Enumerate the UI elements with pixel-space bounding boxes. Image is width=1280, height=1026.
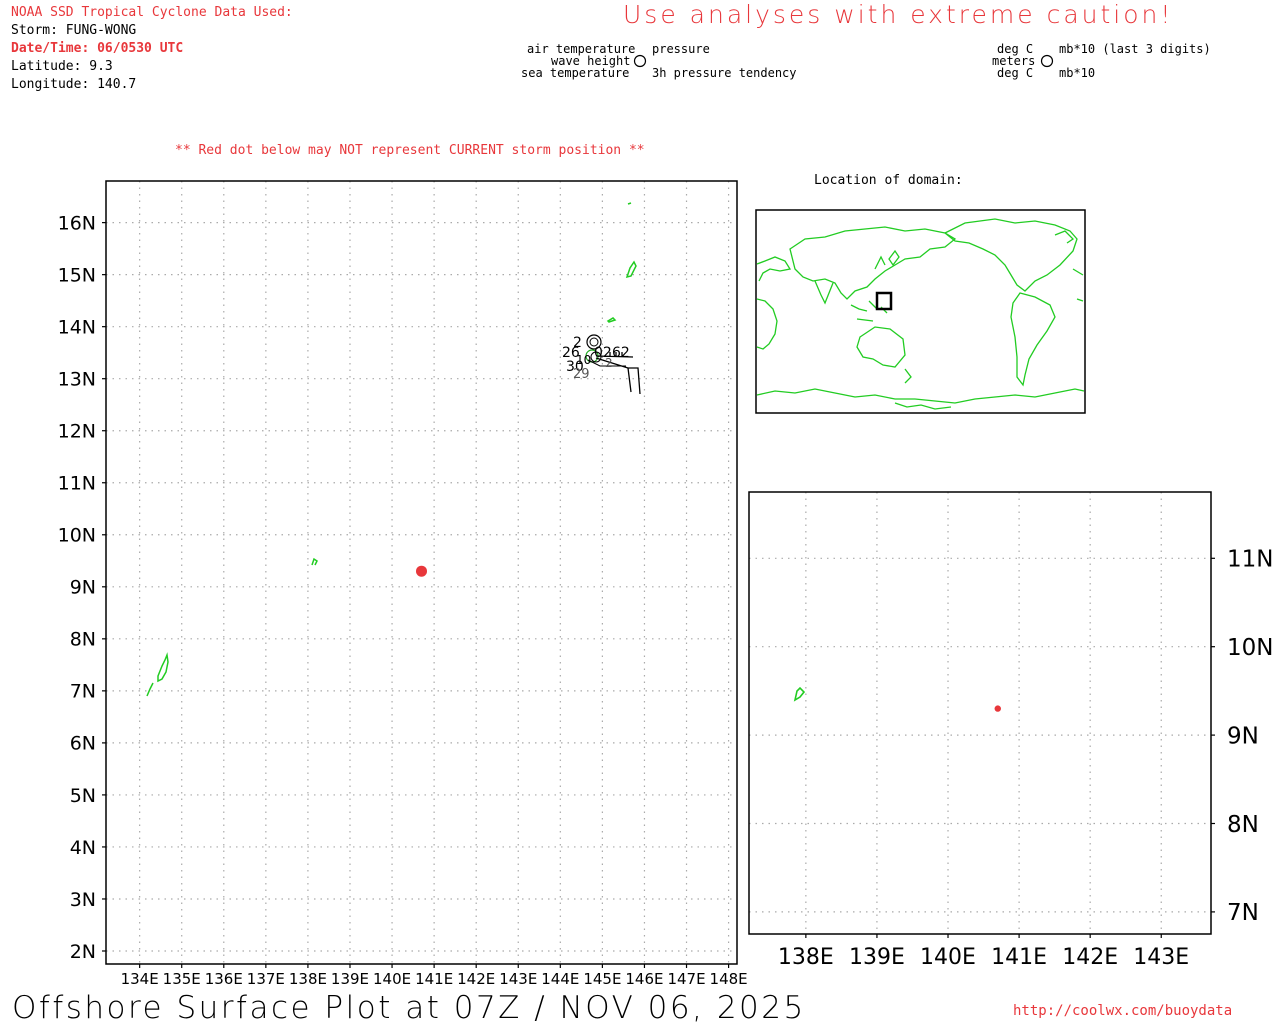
lat-tick-label: 10N (1227, 635, 1273, 661)
storm-position-dot (994, 705, 1001, 712)
plot-title: Offshore Surface Plot at 07Z / NOV 06, 2… (12, 990, 806, 1026)
lon-tick-label: 143E (1133, 945, 1189, 970)
zoom-map-frame (748, 491, 1212, 935)
island-yap (793, 686, 806, 702)
lat-tick-label: 8N (1227, 812, 1259, 838)
lat-tick-label: 9N (1227, 723, 1259, 749)
zoom-map-coastline (793, 686, 806, 702)
lat-tick-label: 11N (1227, 547, 1273, 573)
lon-tick-label: 139E (849, 945, 905, 970)
zoom-map-axis-labels: 7N 8N 9N 10N 11N 138E 139E 140E 141E 142E 143E (778, 547, 1274, 970)
zoom-map: 7N 8N 9N 10N 11N 138E 139E 140E 141E 142E 143E (748, 491, 1274, 970)
lon-tick-label: 141E (991, 945, 1047, 970)
lon-tick-label: 138E (778, 945, 834, 970)
lat-tick-label: 7N (1227, 900, 1259, 926)
zoom-map-grid (749, 492, 1211, 934)
lon-tick-label: 142E (1062, 945, 1118, 970)
source-url-link[interactable]: http://coolwx.com/buoydata (1013, 1003, 1232, 1019)
lon-tick-label: 140E (920, 945, 976, 970)
